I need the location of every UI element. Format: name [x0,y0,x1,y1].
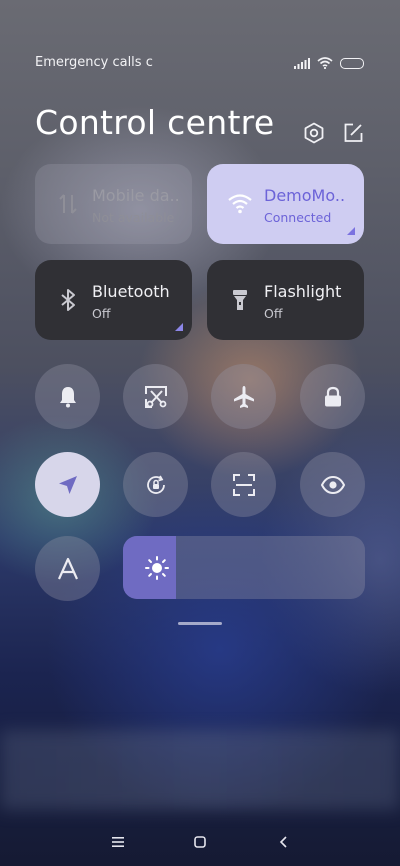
screenshot-icon [144,385,167,408]
wifi-tile[interactable]: DemoMo.. Connected [207,164,364,244]
flashlight-status: Off [264,306,283,321]
lock-icon [324,386,341,406]
recents-button[interactable] [108,832,128,852]
airplane-icon [233,385,254,408]
location-icon [58,475,77,494]
navigation-bar [0,830,400,854]
screenshot-toggle[interactable] [123,364,188,429]
flashlight-label: Flashlight [264,282,342,301]
font-size-toggle[interactable] [35,536,100,601]
lock-toggle[interactable] [300,364,365,429]
wifi-icon [228,194,252,214]
back-chevron-icon [279,836,287,848]
mute-toggle[interactable] [35,364,100,429]
scanner-toggle[interactable] [211,452,276,517]
location-toggle[interactable] [35,452,100,517]
bluetooth-icon [61,289,75,311]
settings-icon[interactable] [303,122,325,144]
edit-icon[interactable] [342,122,364,144]
home-button[interactable] [190,832,210,852]
flashlight-tile[interactable]: Flashlight Off [207,260,364,340]
mobile-data-label: Mobile da.. [92,186,180,205]
flashlight-icon [233,290,247,310]
wifi-status: Connected [264,210,332,225]
eye-icon [320,475,345,494]
sun-icon [145,556,169,580]
reading-mode-toggle[interactable] [300,452,365,517]
blurred-dock [0,730,400,810]
battery-icon [340,57,364,69]
auto-rotate-toggle[interactable] [123,452,188,517]
brightness-slider[interactable] [123,536,365,599]
menu-icon [112,837,124,847]
auto-rotate-icon [146,475,165,494]
bell-icon [59,386,76,407]
signal-icon [294,57,310,69]
bluetooth-label: Bluetooth [92,282,170,301]
drag-handle[interactable] [178,622,222,625]
carrier-text: Emergency calls c [35,55,153,70]
wifi-status-icon [317,57,333,69]
mobile-data-status: Not available [92,210,175,225]
scanner-icon [232,473,255,496]
mobile-data-icon [59,194,77,214]
bluetooth-status: Off [92,306,111,321]
mobile-data-tile[interactable]: Mobile da.. Not available [35,164,192,244]
wifi-expand-corner[interactable] [347,227,355,235]
wifi-network-name: DemoMo.. [264,186,346,205]
font-size-icon [57,557,78,579]
status-bar: Emergency calls c [35,55,364,73]
bluetooth-expand-corner[interactable] [175,323,183,331]
home-square-icon [194,836,206,848]
page-title: Control centre [35,103,275,142]
airplane-toggle[interactable] [211,364,276,429]
bluetooth-tile[interactable]: Bluetooth Off [35,260,192,340]
back-button[interactable] [274,832,294,852]
